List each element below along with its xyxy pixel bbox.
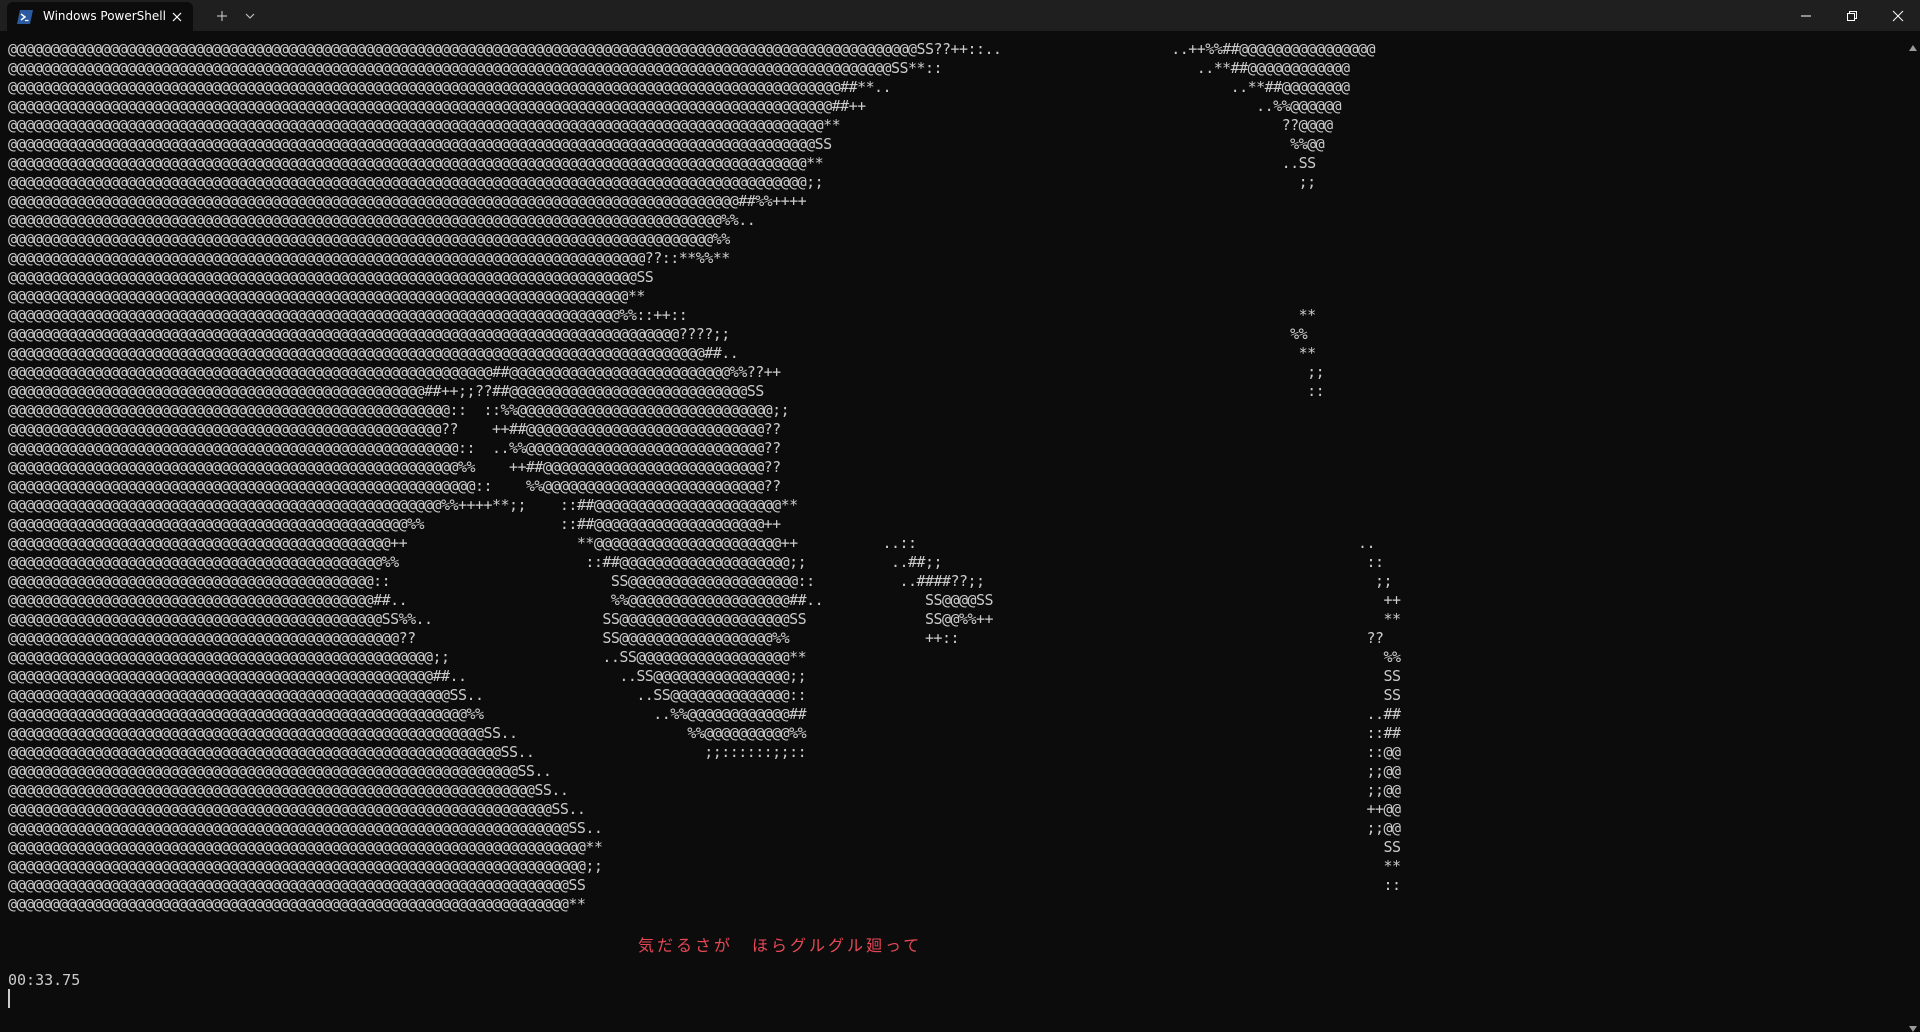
ascii-art-line: @@@@@@@@@@@@@@@@@@@@@@@@@@@@@@@@@@@@@@@@… — [8, 458, 781, 476]
ascii-art-line: @@@@@@@@@@@@@@@@@@@@@@@@@@@@@@@@@@@@@@@@… — [8, 97, 1342, 115]
tab-dropdown-button[interactable] — [240, 6, 260, 26]
ascii-art-line: @@@@@@@@@@@@@@@@@@@@@@@@@@@@@@@@@@@@@@@@… — [8, 572, 1393, 590]
ascii-art-line: @@@@@@@@@@@@@@@@@@@@@@@@@@@@@@@@@@@@@@@@… — [8, 59, 1350, 77]
ascii-art-line: @@@@@@@@@@@@@@@@@@@@@@@@@@@@@@@@@@@@@@@@… — [8, 553, 1384, 571]
ascii-art-line: @@@@@@@@@@@@@@@@@@@@@@@@@@@@@@@@@@@@@@@@… — [8, 40, 1376, 58]
terminal-output[interactable]: @@@@@@@@@@@@@@@@@@@@@@@@@@@@@@@@@@@@@@@@… — [0, 31, 1906, 1032]
ascii-art-line: @@@@@@@@@@@@@@@@@@@@@@@@@@@@@@@@@@@@@@@@… — [8, 211, 756, 229]
tab-windows-powershell[interactable]: Windows PowerShell — [7, 2, 193, 31]
ascii-art-line: @@@@@@@@@@@@@@@@@@@@@@@@@@@@@@@@@@@@@@@@… — [8, 534, 1376, 552]
ascii-art-line: @@@@@@@@@@@@@@@@@@@@@@@@@@@@@@@@@@@@@@@@… — [8, 78, 1350, 96]
ascii-art-line: @@@@@@@@@@@@@@@@@@@@@@@@@@@@@@@@@@@@@@@@… — [8, 420, 781, 438]
lyrics-line: 気だるさが ほらグルグル廻って — [638, 936, 923, 955]
ascii-art-line: @@@@@@@@@@@@@@@@@@@@@@@@@@@@@@@@@@@@@@@@… — [8, 591, 1401, 609]
title-bar: Windows PowerShell — [0, 0, 1920, 31]
ascii-art-line: @@@@@@@@@@@@@@@@@@@@@@@@@@@@@@@@@@@@@@@@… — [8, 857, 1401, 875]
close-icon — [1892, 10, 1904, 22]
ascii-art-line: @@@@@@@@@@@@@@@@@@@@@@@@@@@@@@@@@@@@@@@@… — [8, 287, 645, 305]
ascii-art-line: @@@@@@@@@@@@@@@@@@@@@@@@@@@@@@@@@@@@@@@@… — [8, 895, 586, 913]
ascii-art-line: @@@@@@@@@@@@@@@@@@@@@@@@@@@@@@@@@@@@@@@@… — [8, 439, 781, 457]
ascii-art-line: @@@@@@@@@@@@@@@@@@@@@@@@@@@@@@@@@@@@@@@@… — [8, 610, 1401, 628]
tab-title: Windows PowerShell — [43, 9, 166, 23]
ascii-art-line: @@@@@@@@@@@@@@@@@@@@@@@@@@@@@@@@@@@@@@@@… — [8, 382, 1325, 400]
new-tab-button[interactable] — [212, 6, 232, 26]
plus-icon — [217, 11, 227, 21]
ascii-art-line: @@@@@@@@@@@@@@@@@@@@@@@@@@@@@@@@@@@@@@@@… — [8, 515, 781, 533]
ascii-art-line: @@@@@@@@@@@@@@@@@@@@@@@@@@@@@@@@@@@@@@@@… — [8, 496, 798, 514]
ascii-art-line: @@@@@@@@@@@@@@@@@@@@@@@@@@@@@@@@@@@@@@@@… — [8, 344, 1316, 362]
ascii-art-line: @@@@@@@@@@@@@@@@@@@@@@@@@@@@@@@@@@@@@@@@… — [8, 135, 1325, 153]
timer-readout: 00:33.75 — [8, 971, 81, 989]
ascii-art-line: @@@@@@@@@@@@@@@@@@@@@@@@@@@@@@@@@@@@@@@@… — [8, 116, 1333, 134]
minimize-button[interactable] — [1782, 0, 1828, 31]
ascii-art-line: @@@@@@@@@@@@@@@@@@@@@@@@@@@@@@@@@@@@@@@@… — [8, 306, 1316, 324]
ascii-art-line: @@@@@@@@@@@@@@@@@@@@@@@@@@@@@@@@@@@@@@@@… — [8, 477, 781, 495]
powershell-icon — [17, 9, 33, 24]
chevron-down-icon — [245, 13, 255, 19]
ascii-art-line: @@@@@@@@@@@@@@@@@@@@@@@@@@@@@@@@@@@@@@@@… — [8, 192, 807, 210]
ascii-art-line: @@@@@@@@@@@@@@@@@@@@@@@@@@@@@@@@@@@@@@@@… — [8, 743, 1401, 761]
vertical-scrollbar[interactable] — [1906, 31, 1920, 1032]
close-window-button[interactable] — [1874, 0, 1920, 31]
close-tab-icon[interactable] — [169, 9, 185, 25]
scroll-up-arrow-icon[interactable] — [1909, 37, 1917, 51]
ascii-art-line: @@@@@@@@@@@@@@@@@@@@@@@@@@@@@@@@@@@@@@@@… — [8, 325, 1308, 343]
ascii-art-line: @@@@@@@@@@@@@@@@@@@@@@@@@@@@@@@@@@@@@@@@… — [8, 724, 1401, 742]
ascii-art-line: @@@@@@@@@@@@@@@@@@@@@@@@@@@@@@@@@@@@@@@@… — [8, 154, 1316, 172]
ascii-art-line: @@@@@@@@@@@@@@@@@@@@@@@@@@@@@@@@@@@@@@@@… — [8, 629, 1384, 647]
ascii-art-line: @@@@@@@@@@@@@@@@@@@@@@@@@@@@@@@@@@@@@@@@… — [8, 876, 1401, 894]
ascii-art-line: @@@@@@@@@@@@@@@@@@@@@@@@@@@@@@@@@@@@@@@@… — [8, 705, 1401, 723]
ascii-art-line: @@@@@@@@@@@@@@@@@@@@@@@@@@@@@@@@@@@@@@@@… — [8, 819, 1401, 837]
ascii-art-line: @@@@@@@@@@@@@@@@@@@@@@@@@@@@@@@@@@@@@@@@… — [8, 363, 1325, 381]
ascii-art-line: @@@@@@@@@@@@@@@@@@@@@@@@@@@@@@@@@@@@@@@@… — [8, 781, 1401, 799]
ascii-art-line: @@@@@@@@@@@@@@@@@@@@@@@@@@@@@@@@@@@@@@@@… — [8, 762, 1401, 780]
ascii-art-line: @@@@@@@@@@@@@@@@@@@@@@@@@@@@@@@@@@@@@@@@… — [8, 648, 1401, 666]
restore-button[interactable] — [1828, 0, 1874, 31]
ascii-art-line: @@@@@@@@@@@@@@@@@@@@@@@@@@@@@@@@@@@@@@@@… — [8, 686, 1401, 704]
ascii-art-line: @@@@@@@@@@@@@@@@@@@@@@@@@@@@@@@@@@@@@@@@… — [8, 667, 1401, 685]
ascii-art-line: @@@@@@@@@@@@@@@@@@@@@@@@@@@@@@@@@@@@@@@@… — [8, 838, 1401, 856]
restore-icon — [1847, 11, 1857, 21]
ascii-art-line: @@@@@@@@@@@@@@@@@@@@@@@@@@@@@@@@@@@@@@@@… — [8, 173, 1316, 191]
ascii-art-line: @@@@@@@@@@@@@@@@@@@@@@@@@@@@@@@@@@@@@@@@… — [8, 401, 790, 419]
ascii-art-line: @@@@@@@@@@@@@@@@@@@@@@@@@@@@@@@@@@@@@@@@… — [8, 249, 730, 267]
powershell-window: Windows PowerShell @@@@@@@@@@@@@@@@@@@@@… — [0, 0, 1920, 1032]
ascii-art: @@@@@@@@@@@@@@@@@@@@@@@@@@@@@@@@@@@@@@@@… — [8, 40, 1401, 914]
ascii-art-line: @@@@@@@@@@@@@@@@@@@@@@@@@@@@@@@@@@@@@@@@… — [8, 230, 730, 248]
minimize-icon — [1801, 15, 1811, 17]
text-cursor — [8, 989, 10, 1008]
ascii-art-line: @@@@@@@@@@@@@@@@@@@@@@@@@@@@@@@@@@@@@@@@… — [8, 800, 1401, 818]
scroll-down-arrow-icon[interactable] — [1909, 1018, 1917, 1032]
ascii-art-line: @@@@@@@@@@@@@@@@@@@@@@@@@@@@@@@@@@@@@@@@… — [8, 268, 654, 286]
